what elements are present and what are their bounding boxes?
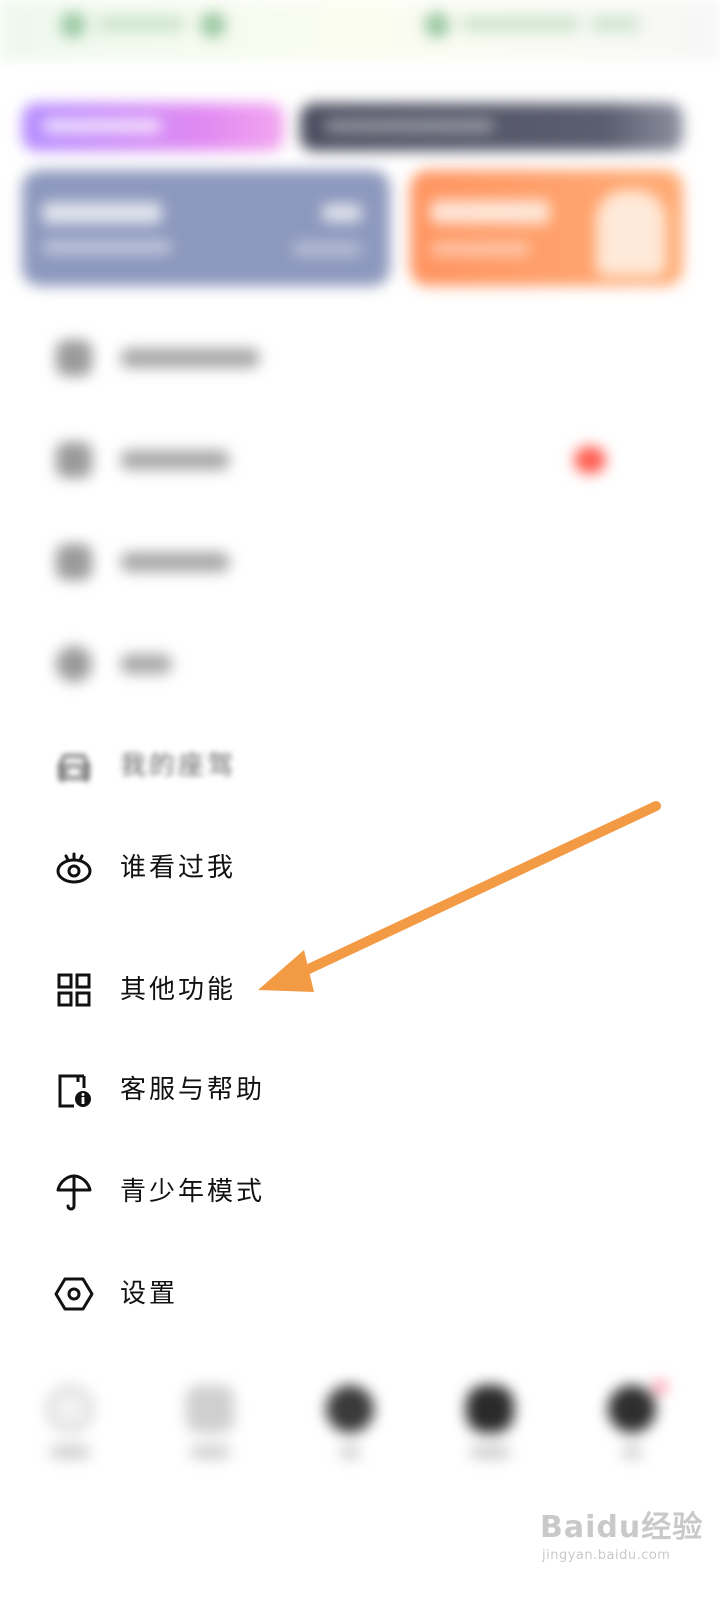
- tab-item[interactable]: [582, 1375, 682, 1475]
- blurred-icon: [56, 544, 92, 580]
- menu-label: 其他功能: [120, 975, 237, 1005]
- notification-badge: [574, 446, 606, 474]
- tab-icon: [608, 1385, 656, 1433]
- menu-item-who-viewed-me[interactable]: 谁看过我: [0, 828, 720, 908]
- feature-card-left[interactable]: [22, 170, 390, 286]
- menu-label: 设置: [120, 1279, 179, 1309]
- eye-icon: [54, 848, 94, 888]
- car-icon: [54, 746, 94, 786]
- bottom-tab-bar: [0, 1375, 720, 1485]
- umbrella-icon: [54, 1172, 94, 1212]
- promo-banner-left[interactable]: [22, 103, 284, 151]
- menu-item-blurred-1[interactable]: [0, 318, 720, 398]
- blurred-icon: [56, 442, 92, 478]
- watermark-logo: Baidu经验: [540, 1510, 704, 1545]
- status-pill: [96, 16, 186, 32]
- help-doc-icon: [54, 1070, 94, 1110]
- tab-item[interactable]: [300, 1375, 400, 1475]
- menu-item-other-features[interactable]: 其他功能: [0, 950, 720, 1030]
- tab-icon: [326, 1385, 374, 1433]
- tab-item[interactable]: [440, 1375, 540, 1475]
- menu-item-blurred-3[interactable]: [0, 522, 720, 602]
- status-dot: [60, 12, 86, 38]
- feature-card-right[interactable]: [410, 170, 683, 286]
- blurred-label: [120, 654, 172, 674]
- menu-item-blurred-4[interactable]: [0, 624, 720, 704]
- tab-item[interactable]: [160, 1375, 260, 1475]
- blurred-label: [120, 450, 230, 470]
- menu-item-youth-mode[interactable]: 青少年模式: [0, 1152, 720, 1232]
- grid-icon: [54, 970, 94, 1010]
- blurred-label: [120, 552, 230, 572]
- promo-banner-right[interactable]: [300, 103, 683, 151]
- watermark: Baidu经验 jingyan.baidu.com: [540, 1490, 715, 1595]
- status-pill: [590, 16, 640, 32]
- status-dot: [200, 12, 226, 38]
- menu-label: 客服与帮助: [120, 1075, 266, 1105]
- card-illustration: [596, 190, 666, 276]
- status-pill: [460, 16, 580, 32]
- menu-item-blurred-2[interactable]: [0, 420, 720, 500]
- menu-label: 谁看过我: [120, 853, 237, 883]
- blurred-icon: [56, 646, 92, 682]
- settings-hexagon-icon: [54, 1274, 94, 1314]
- blurred-label: [120, 348, 260, 368]
- menu-item-settings[interactable]: 设置: [0, 1254, 720, 1334]
- notification-badge: [654, 1381, 666, 1393]
- tab-icon: [466, 1385, 514, 1433]
- tab-item[interactable]: [20, 1375, 120, 1475]
- watermark-url: jingyan.baidu.com: [542, 1548, 671, 1563]
- menu-item-my-car[interactable]: 我的座驾: [0, 726, 720, 806]
- status-dot: [424, 12, 450, 38]
- status-bar: [0, 0, 720, 60]
- blurred-icon: [56, 340, 92, 376]
- menu-label: 我的座驾: [120, 751, 237, 781]
- tab-icon: [186, 1385, 234, 1433]
- menu-label: 青少年模式: [120, 1177, 266, 1207]
- menu-item-customer-service[interactable]: 客服与帮助: [0, 1050, 720, 1130]
- tab-icon: [46, 1385, 94, 1433]
